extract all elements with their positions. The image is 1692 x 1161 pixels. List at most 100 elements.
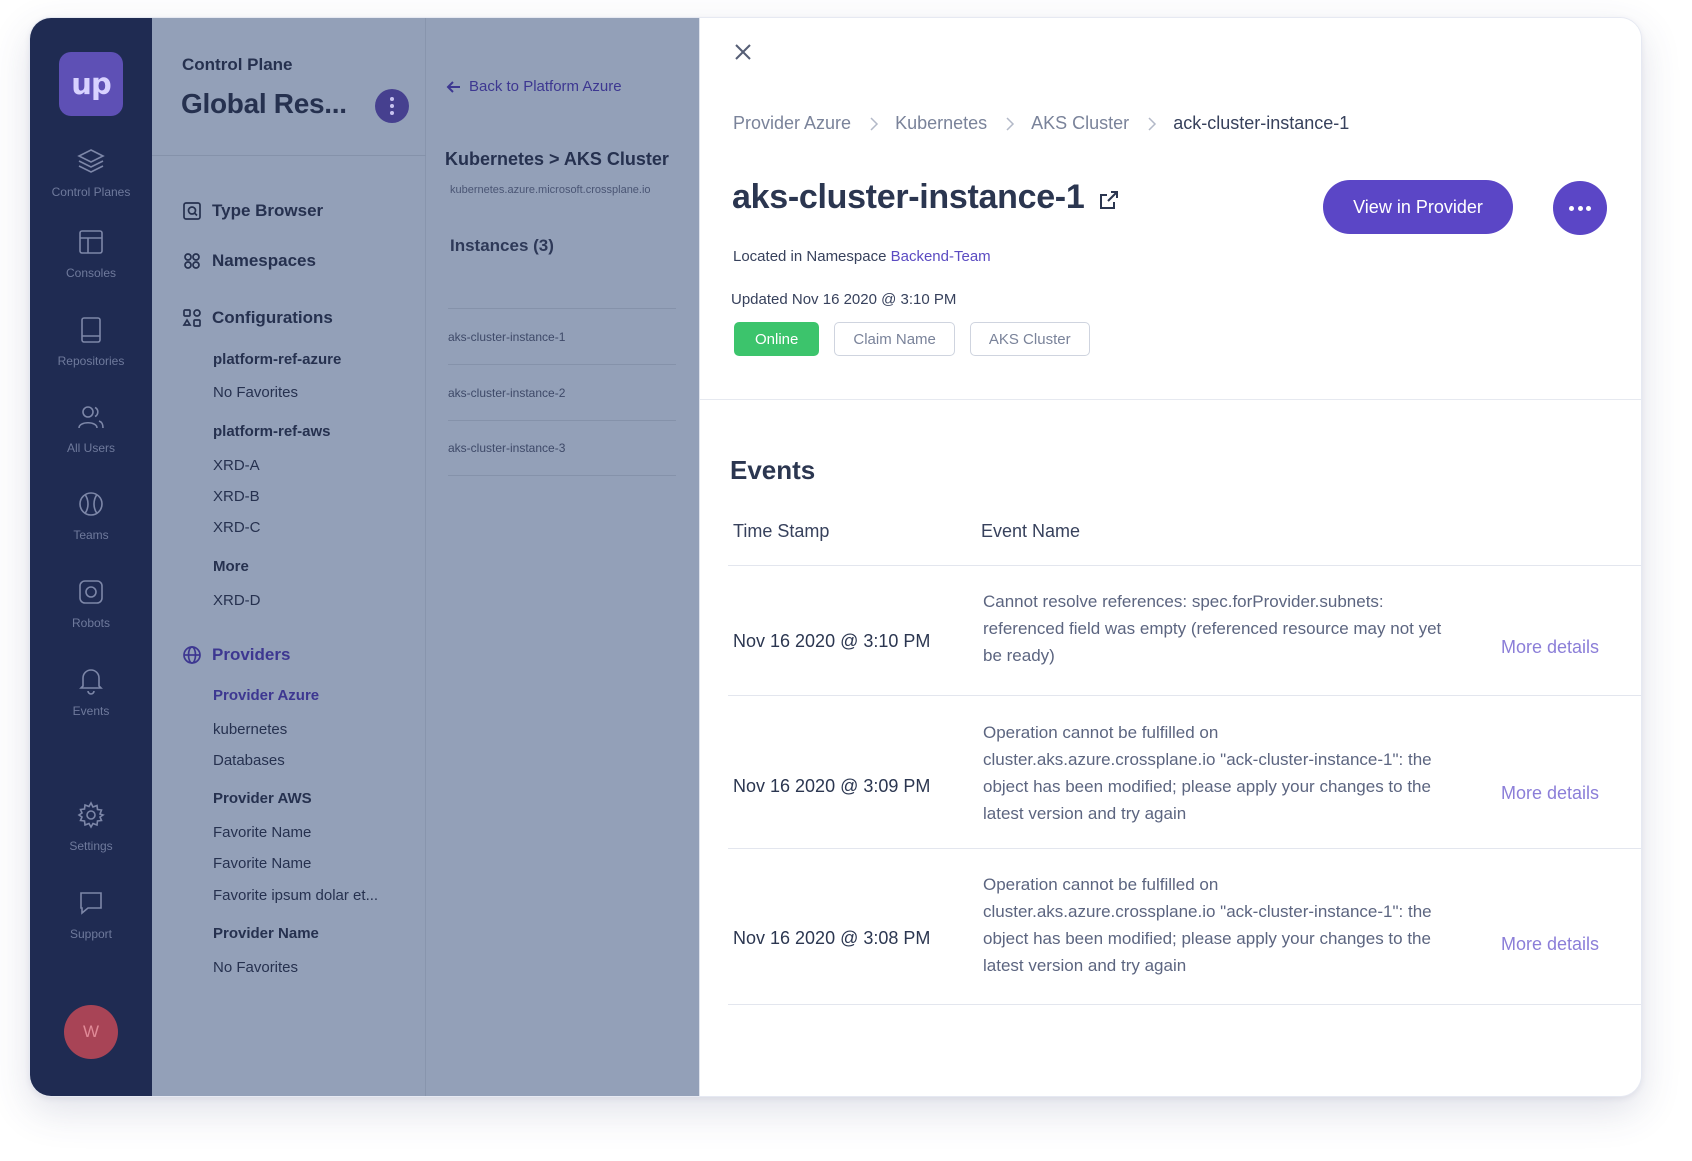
- provider-item[interactable]: Favorite ipsum dolar et...: [213, 887, 378, 904]
- instance-item[interactable]: aks-cluster-instance-2: [448, 364, 676, 420]
- arrow-left-icon: [446, 80, 460, 93]
- rail-item-control-planes[interactable]: Control Planes: [30, 146, 152, 199]
- provider-item[interactable]: No Favorites: [213, 959, 298, 976]
- gear-icon: [77, 801, 105, 829]
- namespace-line: Located in Namespace Backend-Team: [733, 248, 991, 265]
- book-icon: [81, 317, 101, 343]
- row-divider: [728, 1004, 1641, 1005]
- context-title[interactable]: Global Res...: [181, 88, 347, 120]
- nav-type-browser[interactable]: Type Browser: [182, 201, 323, 221]
- more-details-link[interactable]: More details: [1501, 637, 1599, 658]
- events-title: Events: [730, 455, 816, 485]
- resource-title-text: aks-cluster-instance-1: [732, 178, 1085, 216]
- rail-item-repositories[interactable]: Repositories: [30, 315, 152, 368]
- breadcrumb-item[interactable]: AKS Cluster: [1031, 113, 1129, 134]
- instances-title: Kubernetes > AKS Cluster: [445, 149, 669, 169]
- close-button[interactable]: [733, 42, 753, 62]
- config-group-platform-ref-aws[interactable]: platform-ref-aws: [213, 423, 331, 440]
- rail-label: Teams: [73, 528, 109, 542]
- users-icon: [78, 406, 104, 429]
- nav-providers[interactable]: Providers: [182, 645, 290, 665]
- rail-item-robots[interactable]: Robots: [30, 577, 152, 630]
- updated-timestamp: Updated Nov 16 2020 @ 3:10 PM: [731, 291, 957, 308]
- divider: [700, 399, 1641, 400]
- secondary-nav: Control Plane Global Res... Type Browser…: [152, 18, 426, 1096]
- column-header-event-name: Event Name: [981, 521, 1081, 541]
- more-actions-button[interactable]: [1553, 181, 1607, 235]
- more-details-link[interactable]: More details: [1501, 934, 1599, 955]
- kebab-icon: [390, 96, 394, 117]
- breadcrumb-item[interactable]: Provider Azure: [733, 113, 851, 134]
- instances-panel: Back to Platform Azure Kubernetes > AKS …: [426, 18, 699, 1096]
- icon-rail: up Control Planes Consoles Repositories …: [30, 18, 152, 1096]
- rail-label: Support: [69, 927, 113, 941]
- divider: [152, 155, 426, 156]
- provider-group-azure[interactable]: Provider Azure: [213, 687, 319, 704]
- event-message: Operation cannot be fulfilled on cluster…: [983, 723, 1432, 823]
- config-item[interactable]: XRD-C: [213, 519, 261, 536]
- nav-namespaces[interactable]: Namespaces: [182, 251, 316, 271]
- user-avatar[interactable]: W: [64, 1005, 118, 1059]
- detail-panel: Provider Azure Kubernetes AKS Cluster ac…: [699, 18, 1641, 1096]
- bell-icon: [79, 669, 103, 695]
- rail-item-consoles[interactable]: Consoles: [30, 227, 152, 280]
- namespace-prefix: Located in Namespace: [733, 248, 891, 265]
- provider-group-name[interactable]: Provider Name: [213, 925, 319, 942]
- ellipsis-icon: [1569, 205, 1575, 211]
- chevron-right-icon: [1147, 116, 1157, 132]
- rail-item-teams[interactable]: Teams: [30, 489, 152, 542]
- namespaces-icon: [184, 253, 200, 269]
- column-header-timestamp: Time Stamp: [733, 521, 830, 541]
- context-label: Control Plane: [182, 55, 293, 74]
- rail-label: Events: [72, 704, 110, 718]
- more-details-link[interactable]: More details: [1501, 783, 1599, 804]
- instances-count: Instances (3): [450, 236, 554, 255]
- layers-icon: [77, 149, 105, 173]
- event-timestamp: Nov 16 2020 @ 3:08 PM: [733, 928, 931, 948]
- breadcrumb-item[interactable]: Kubernetes: [895, 113, 987, 134]
- globe-icon: [183, 646, 201, 664]
- ball-icon: [79, 492, 103, 516]
- configurations-icon: [182, 309, 201, 327]
- view-in-provider-button[interactable]: View in Provider: [1323, 180, 1513, 234]
- tag-list: Online Claim Name AKS Cluster: [734, 322, 1105, 356]
- rail-label: Settings: [69, 839, 113, 853]
- instance-item[interactable]: aks-cluster-instance-1: [448, 308, 676, 364]
- provider-item[interactable]: kubernetes: [213, 721, 287, 738]
- external-link-icon[interactable]: [1098, 189, 1120, 211]
- event-timestamp: Nov 16 2020 @ 3:09 PM: [733, 776, 931, 796]
- provider-item[interactable]: Favorite Name: [213, 855, 311, 872]
- layout-icon: [79, 230, 103, 254]
- rail-item-all-users[interactable]: All Users: [30, 402, 152, 455]
- nav-label: Configurations: [212, 308, 333, 327]
- row-divider: [728, 695, 1641, 696]
- provider-group-aws[interactable]: Provider AWS: [213, 790, 312, 807]
- namespace-link[interactable]: Backend-Team: [891, 248, 991, 265]
- robot-icon: [79, 580, 103, 604]
- config-item[interactable]: XRD-D: [213, 592, 261, 609]
- event-message: Cannot resolve references: spec.forProvi…: [983, 592, 1442, 665]
- chat-icon: [80, 892, 102, 915]
- config-item[interactable]: XRD-B: [213, 488, 260, 505]
- provider-item[interactable]: Favorite Name: [213, 824, 311, 841]
- config-group-more[interactable]: More: [213, 558, 249, 575]
- config-item[interactable]: No Favorites: [213, 384, 298, 401]
- nav-label: Namespaces: [212, 251, 316, 270]
- status-badge: Online: [734, 322, 820, 356]
- upbound-logo[interactable]: up: [59, 52, 123, 116]
- rail-label: Control Planes: [51, 185, 131, 199]
- rail-item-settings[interactable]: Settings: [30, 800, 152, 853]
- context-menu-button[interactable]: [375, 89, 409, 123]
- config-item[interactable]: XRD-A: [213, 457, 260, 474]
- nav-configurations[interactable]: Configurations: [182, 308, 333, 328]
- provider-item[interactable]: Databases: [213, 752, 285, 769]
- back-link[interactable]: Back to Platform Azure: [446, 78, 622, 95]
- event-message: Operation cannot be fulfilled on cluster…: [983, 875, 1432, 975]
- config-group-platform-ref-azure[interactable]: platform-ref-azure: [213, 351, 341, 368]
- rail-item-events[interactable]: Events: [30, 665, 152, 718]
- rail-label: Repositories: [57, 354, 125, 368]
- chevron-right-icon: [1005, 116, 1015, 132]
- instance-item[interactable]: aks-cluster-instance-3: [448, 420, 676, 476]
- rail-label: All Users: [66, 441, 115, 455]
- rail-item-support[interactable]: Support: [30, 888, 152, 941]
